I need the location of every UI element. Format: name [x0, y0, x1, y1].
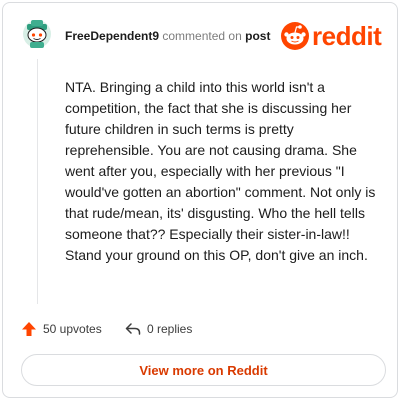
post-link[interactable]: post — [245, 29, 270, 43]
user-avatar[interactable] — [21, 17, 53, 49]
username-link[interactable]: FreeDependent9 — [65, 29, 159, 43]
comment-actions: 50 upvotes 0 replies — [21, 319, 391, 339]
reply-arrow-icon — [125, 323, 141, 335]
thread-line — [37, 59, 38, 304]
reddit-logo[interactable]: reddit — [281, 19, 382, 53]
comment-header: FreeDependent9 commented on post — [65, 27, 270, 45]
action-text: commented on — [162, 29, 242, 43]
reply-count: 0 replies — [147, 322, 193, 336]
upvote-arrow-icon — [22, 322, 36, 336]
reddit-snoo-icon — [281, 22, 309, 50]
comment-body: NTA. Bringing a child into this world is… — [65, 79, 376, 263]
reddit-wordmark: reddit — [312, 21, 382, 51]
comment-card: FreeDependent9 commented on post reddit … — [2, 2, 398, 398]
snoo-avatar-icon — [23, 20, 51, 48]
upvote-button[interactable]: 50 upvotes — [21, 319, 102, 339]
reply-button[interactable]: 0 replies — [125, 319, 192, 339]
view-more-button[interactable]: View more on Reddit — [21, 354, 386, 386]
upvote-count: 50 upvotes — [43, 322, 102, 336]
